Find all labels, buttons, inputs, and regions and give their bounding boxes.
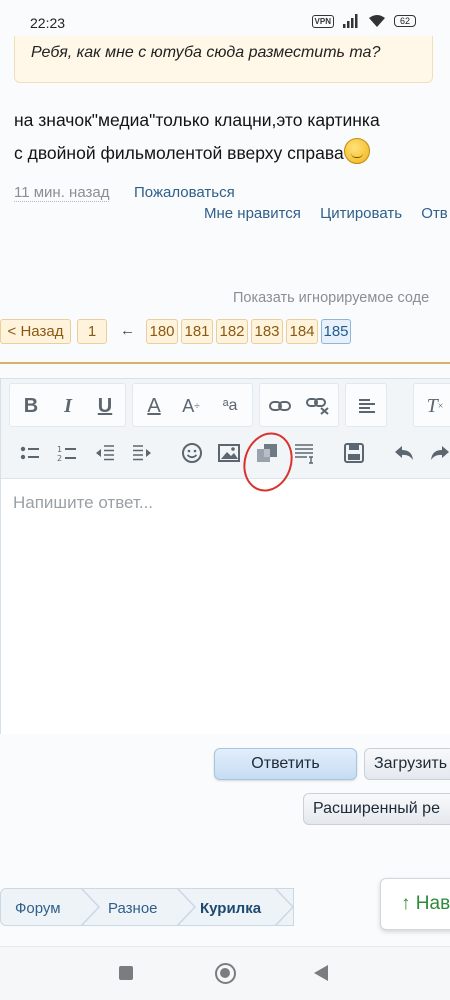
- reply-textarea[interactable]: [1, 479, 450, 734]
- page-button[interactable]: 181: [181, 319, 213, 344]
- page-button[interactable]: 183: [251, 319, 283, 344]
- page-first-button[interactable]: 1: [77, 319, 107, 344]
- recent-apps-icon[interactable]: [119, 966, 133, 980]
- svg-text:2: 2: [57, 454, 62, 462]
- go-top-button[interactable]: ↑ Нав: [380, 878, 450, 930]
- font-family-icon[interactable]: ᵃa: [215, 391, 245, 421]
- toolbar-group-history: [383, 431, 450, 475]
- editor-toolbar: B I U A A ÷ ᵃa T × 1 2: [1, 379, 450, 479]
- toolbar-group-format: B I U: [9, 383, 126, 427]
- page-button[interactable]: 184: [286, 319, 318, 344]
- home-icon[interactable]: [215, 963, 236, 984]
- advanced-reply-button[interactable]: Расширенный ре: [303, 793, 450, 825]
- status-icons: VPN 62: [311, 14, 416, 28]
- bold-icon[interactable]: B: [16, 391, 46, 421]
- upload-button[interactable]: Загрузить: [364, 748, 450, 780]
- unlink-icon[interactable]: [303, 391, 333, 421]
- redo-icon[interactable]: [425, 438, 450, 468]
- wifi-icon: [368, 15, 385, 27]
- save-draft-icon[interactable]: [339, 438, 369, 468]
- toolbar-group-save: [335, 431, 377, 475]
- breadcrumb-separator-icon: [274, 888, 295, 926]
- remove-format-icon[interactable]: T ×: [420, 391, 450, 421]
- italic-icon[interactable]: I: [53, 391, 83, 421]
- page-prev-button[interactable]: < Назад: [0, 319, 71, 344]
- reply-button[interactable]: Ответить: [214, 748, 357, 780]
- outdent-icon[interactable]: [90, 438, 120, 468]
- smilies-icon[interactable]: [177, 438, 207, 468]
- smiley-icon: [343, 138, 370, 164]
- post-actions: Мне нравится Цитировать Отв: [204, 205, 450, 222]
- post-line-2-text: с двойной фильмолентой вверху справа: [14, 143, 344, 163]
- system-nav-bar: [0, 946, 450, 1000]
- image-icon[interactable]: [214, 438, 244, 468]
- post-body: на значок"медиа"только клацни,это картин…: [14, 104, 444, 170]
- post-time[interactable]: 11 мин. назад: [14, 184, 110, 202]
- toolbar-group-clear: T ×: [413, 383, 450, 427]
- reply-placeholder: Напишите ответ...: [13, 493, 154, 512]
- post-line-2: с двойной фильмолентой вверху справа: [14, 137, 444, 170]
- status-time: 22:23: [30, 15, 66, 31]
- text-color-icon[interactable]: A: [139, 391, 169, 421]
- post-line-1: на значок"медиа"только клацни,это картин…: [14, 110, 380, 130]
- undo-icon[interactable]: [389, 438, 419, 468]
- back-icon[interactable]: [314, 965, 328, 981]
- like-link[interactable]: Мне нравится: [204, 205, 301, 222]
- svg-text:1: 1: [57, 445, 62, 454]
- breadcrumb-misc[interactable]: Разное: [108, 900, 158, 917]
- breadcrumb: Форум Разное Курилка: [0, 888, 295, 926]
- quote-text: Ребя, как мне с ютуба сюда разместить та…: [31, 44, 381, 61]
- page-button[interactable]: 182: [216, 319, 248, 344]
- toolbar-group-link: [259, 383, 339, 427]
- show-ignored-link[interactable]: Показать игнорируемое соде: [233, 290, 429, 306]
- page-button[interactable]: 180: [146, 319, 178, 344]
- reply-link[interactable]: Отв: [421, 205, 448, 222]
- font-size-icon[interactable]: A ÷: [176, 391, 206, 421]
- toolbar-group-font: A A ÷ ᵃa: [132, 383, 253, 427]
- quote-block: Ребя, как мне с ютуба сюда разместить та…: [14, 36, 433, 83]
- numbered-list-icon[interactable]: 12: [52, 438, 82, 468]
- quote-link[interactable]: Цитировать: [320, 205, 402, 222]
- toolbar-group-lists: 12: [9, 431, 163, 475]
- toolbar-group-align: [345, 383, 387, 427]
- breadcrumb-separator-icon: [176, 888, 197, 926]
- report-link[interactable]: Пожаловаться: [134, 184, 235, 201]
- underline-icon[interactable]: U: [90, 391, 120, 421]
- quote-insert-icon[interactable]: [289, 438, 319, 468]
- page-skip-arrow: ←: [120, 322, 135, 339]
- breadcrumb-separator-icon: [80, 888, 101, 926]
- link-icon[interactable]: [265, 391, 295, 421]
- page-current-button[interactable]: 185: [321, 319, 351, 344]
- battery-icon: 62: [393, 15, 416, 27]
- indent-icon[interactable]: [127, 438, 157, 468]
- signal-icon: [342, 14, 358, 28]
- bullet-list-icon[interactable]: [15, 438, 45, 468]
- breadcrumb-forum[interactable]: Форум: [15, 900, 61, 917]
- align-icon[interactable]: [352, 391, 382, 421]
- breadcrumb-current[interactable]: Курилка: [200, 900, 261, 917]
- reply-editor: B I U A A ÷ ᵃa T × 1 2: [0, 378, 450, 734]
- vpn-icon: VPN: [311, 14, 334, 28]
- section-divider: [0, 362, 450, 364]
